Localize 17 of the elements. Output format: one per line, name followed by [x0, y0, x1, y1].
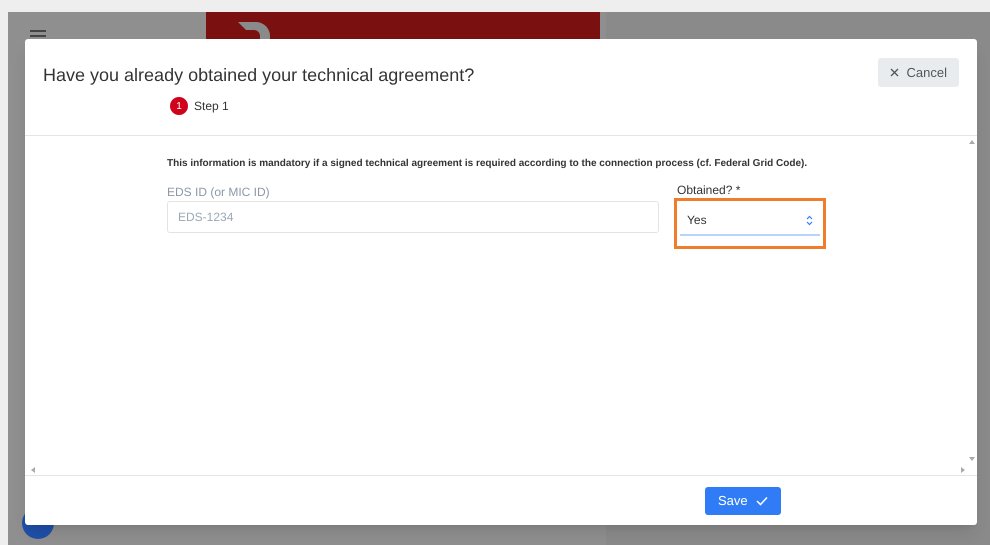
logo-icon	[236, 20, 272, 42]
check-icon	[756, 496, 768, 506]
scroll-left-icon	[31, 467, 35, 473]
save-button[interactable]: Save	[705, 486, 781, 514]
scroll-right-icon	[961, 467, 965, 473]
scroll-down-icon	[969, 457, 975, 461]
step-label: Step 1	[194, 98, 229, 115]
dialog-title: Have you already obtained your technical agreement?	[43, 64, 474, 87]
scroll-up-icon	[969, 140, 975, 144]
step-number: 1	[170, 97, 188, 115]
field-label: Obtained? *	[677, 183, 740, 198]
cancel-button[interactable]: Cancel	[878, 58, 959, 87]
updown-caret-icon	[806, 214, 813, 226]
eds-id-field[interactable]: EDS-1234	[167, 201, 659, 233]
field-label: EDS ID (or MIC ID)	[167, 184, 271, 201]
notice-text: This information is mandatory if a signed technical agreement is required according to the connection process (cf. Federal Grid Code).	[167, 157, 808, 171]
close-icon	[890, 68, 899, 77]
